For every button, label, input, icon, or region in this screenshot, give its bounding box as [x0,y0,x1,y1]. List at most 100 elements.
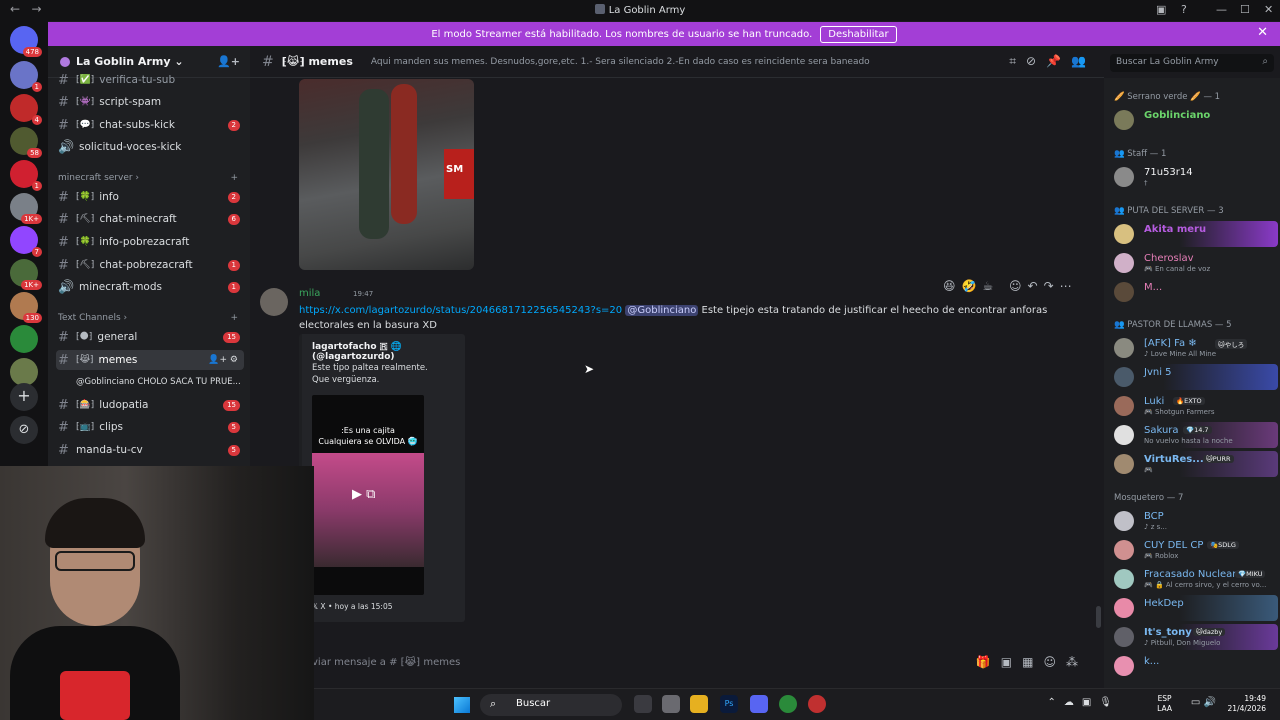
video-caption: :Es una cajita Cualquiera se OLVIDA 🥶 [318,426,418,446]
message-text: https://x.com/lagartozurdo/status/204668… [299,305,1048,331]
system-tray[interactable]: ⌃☁▣🎙 [1047,697,1120,708]
channel-general[interactable]: # ⁅🌑⁆ general 15 [56,327,244,347]
discord-logo-icon [594,4,605,14]
member-category: 👥 PUTA DEL SERVER — 3 [1114,206,1224,216]
message-input[interactable]: viar mensaje a # ⁅😹⁆ memes 🎁▣▦☺⁂ [300,650,1096,676]
channel-chat-pobrezacraft[interactable]: # ⁅⛏⁆ chat-pobrezacraft 1 [56,255,244,275]
channel-topic[interactable]: Aqui manden sus memes. Desnudos,gore,etc… [371,57,871,67]
member-item[interactable]: Sakura 💎14.7 No vuelvo hasta la noche [1114,422,1278,448]
channel-clips[interactable]: # ⁅📺⁆ clips 5 [56,417,244,437]
channel-verifica-tu-sub[interactable]: # ⁅✅⁆ verifica-tu-sub [56,70,244,90]
server-icon[interactable]: 1K+ [10,193,42,224]
close-banner-icon[interactable]: ✕ [1257,25,1268,40]
composer-toolbar[interactable]: 🎁▣▦☺⁂ [976,655,1088,669]
channel-script-spam[interactable]: # ⁅👾⁆ script-spam [56,92,244,112]
home-server-icon[interactable]: 478 [10,26,42,57]
header-toolbar[interactable]: ⌗⊘📌👥 [1009,54,1096,69]
chat-scrollbar[interactable] [1096,606,1101,628]
minimize-button[interactable]: — [1216,3,1227,16]
server-icon[interactable]: 1K+ [10,259,42,290]
link-embed: lagartofacho 🇷 🌐 (@lagartozurdo) Este ti… [299,334,465,622]
search-input[interactable]: Buscar La Goblin Army ⌕ [1110,54,1274,72]
category-minecraft[interactable]: minecraft server › + [58,173,238,183]
server-icon[interactable]: 7 [10,226,42,257]
taskbar: ⌕ Buscar Ps ⌃☁▣🎙 ESP LAA ▭ 🔊 19:49 21/4/202… [314,688,1280,720]
server-icon[interactable]: 1 [10,61,42,92]
channel-chat-subs-kick[interactable]: # ⁅💬⁆ chat-subs-kick 2 [56,115,244,135]
member-category: 🥖 Serrano verde 🥖 — 1 [1114,92,1221,102]
avatar[interactable] [260,288,288,316]
message-link[interactable]: https://x.com/lagartozurdo/status/204668… [299,305,622,316]
server-icon[interactable]: 58 [10,127,42,158]
play-icon[interactable]: ▶ ⧉ [352,487,375,502]
embed-author[interactable]: lagartofacho 🇷 🌐 (@lagartozurdo) [312,342,465,362]
channel-manda-tu-cv[interactable]: # manda-tu-cv 5 [56,440,244,460]
clock[interactable]: 19:49 21/4/2026 [1228,694,1266,714]
attached-image[interactable]: SM [299,79,474,270]
help-icon[interactable]: ? [1181,3,1187,16]
thread-item[interactable]: @Goblinciano CHOLO SACA TU PRUE... [76,372,244,392]
channel-solicitud-voces-kick[interactable]: 🔊 solicitud-voces-kick [56,137,244,157]
member-item[interactable]: Fracasado Nuclear 💎MIKU 🎮 🔒 Al cerro sirvo… [1114,566,1278,592]
channel-chat-minecraft[interactable]: # ⁅⛏⁆ chat-minecraft 6 [56,209,244,229]
channel-ludopatia[interactable]: # ⁅🎰⁆ ludopatia 15 [56,395,244,415]
add-server-icon[interactable]: + [10,383,38,411]
channel-header: # ⁅😹⁆ memes Aqui manden sus memes. Desnu… [250,46,1104,78]
mouse-cursor-icon: ➤ [584,362,595,376]
member-item[interactable]: Goblinciano [1114,107,1278,133]
network-volume-icon[interactable]: ▭ 🔊 [1191,697,1216,708]
channel-info[interactable]: # ⁅🍀⁆ info 2 [56,187,244,207]
language-indicator[interactable]: ESP LAA [1157,694,1172,714]
maximize-button[interactable]: ☐ [1240,3,1250,16]
message-time: 19:47 [353,290,374,298]
inbox-icon[interactable]: ▣ [1156,3,1166,16]
title-bar: ← → La Goblin Army ▣ ? — ☐ ✕ [0,0,1280,21]
server-icon[interactable] [10,325,38,353]
message-actions[interactable]: 😆🤣☕ ☺↶↷⋯ [943,279,1078,293]
message-author[interactable]: mila [299,288,320,299]
member-item[interactable]: Luki 🔥EXTO 🎮 Shotgun Farmers [1114,393,1278,419]
app-icon[interactable] [808,695,826,713]
window-title: La Goblin Army [0,4,1280,16]
channel-info-pobrezacraft[interactable]: # ⁅🍀⁆ info-pobrezacraft [56,232,244,252]
disable-streamer-button[interactable]: Deshabilitar [820,25,897,43]
member-item[interactable]: k... [1114,653,1278,679]
goblin-army-server-icon[interactable] [10,358,38,386]
close-window-button[interactable]: ✕ [1264,3,1273,16]
channel-minecraft-mods[interactable]: 🔊 minecraft-mods 1 [56,277,244,297]
user-mention[interactable]: @Goblinciano [625,305,699,316]
member-item[interactable]: Akita meru [1114,221,1278,247]
webcam-overlay [0,466,314,720]
channel-settings-icon[interactable]: 👤+ ⚙ [208,355,238,365]
channel-sidebar: La Goblin Army ⌄ 👤+ # ⁅✅⁆ verifica-tu-sub … [48,46,250,466]
member-item[interactable]: [AFK] Fa ❄ 🐱やしろ ♪ Love Mine All Mine [1114,335,1278,361]
file-explorer-icon[interactable] [690,695,708,713]
add-member-icon[interactable]: 👤+ [217,55,240,68]
member-item[interactable]: Jvni 5 [1114,364,1278,390]
member-item[interactable]: 71u53r14 † [1114,164,1278,190]
discover-icon[interactable]: ⊘ [10,416,38,444]
photoshop-icon[interactable]: Ps [720,695,738,713]
member-item[interactable]: M... [1114,279,1278,305]
taskbar-search[interactable]: ⌕ Buscar [480,694,622,716]
windows-start-icon[interactable] [454,697,470,713]
server-icon[interactable]: 4 [10,94,42,125]
embed-video[interactable]: :Es una cajita Cualquiera se OLVIDA 🥶 ▶ … [312,395,424,595]
category-text-channels[interactable]: Text Channels › + [58,313,238,323]
discord-icon[interactable] [750,695,768,713]
task-view-icon[interactable] [634,695,652,713]
server-icon[interactable]: 1 [10,160,42,191]
app-icon[interactable] [662,695,680,713]
member-item[interactable]: VirtuRes... 🐱PURR 🎮 [1114,451,1278,477]
member-item[interactable]: BCP ♪ z s... [1114,508,1278,534]
member-item[interactable]: HekDep [1114,595,1278,621]
member-item[interactable]: CUY DEL CP 🎭SDLG 🎮 Roblox [1114,537,1278,563]
server-name: La Goblin Army ⌄ [76,55,184,68]
channel-memes[interactable]: # ⁅😹⁆ memes 👤+ ⚙ [56,350,244,370]
member-item[interactable]: Cheroslav 🎮 En canal de voz [1114,250,1278,276]
embed-footer: 𝕏 X • hoy a las 15:05 [312,602,393,611]
server-icon[interactable]: 130 [10,292,42,323]
member-category: 👥 Staff — 1 [1114,149,1167,159]
chrome-icon[interactable] [779,695,797,713]
member-item[interactable]: It's_tony 🐱dazby ♪ Pitbull, Don Miguelo [1114,624,1278,650]
